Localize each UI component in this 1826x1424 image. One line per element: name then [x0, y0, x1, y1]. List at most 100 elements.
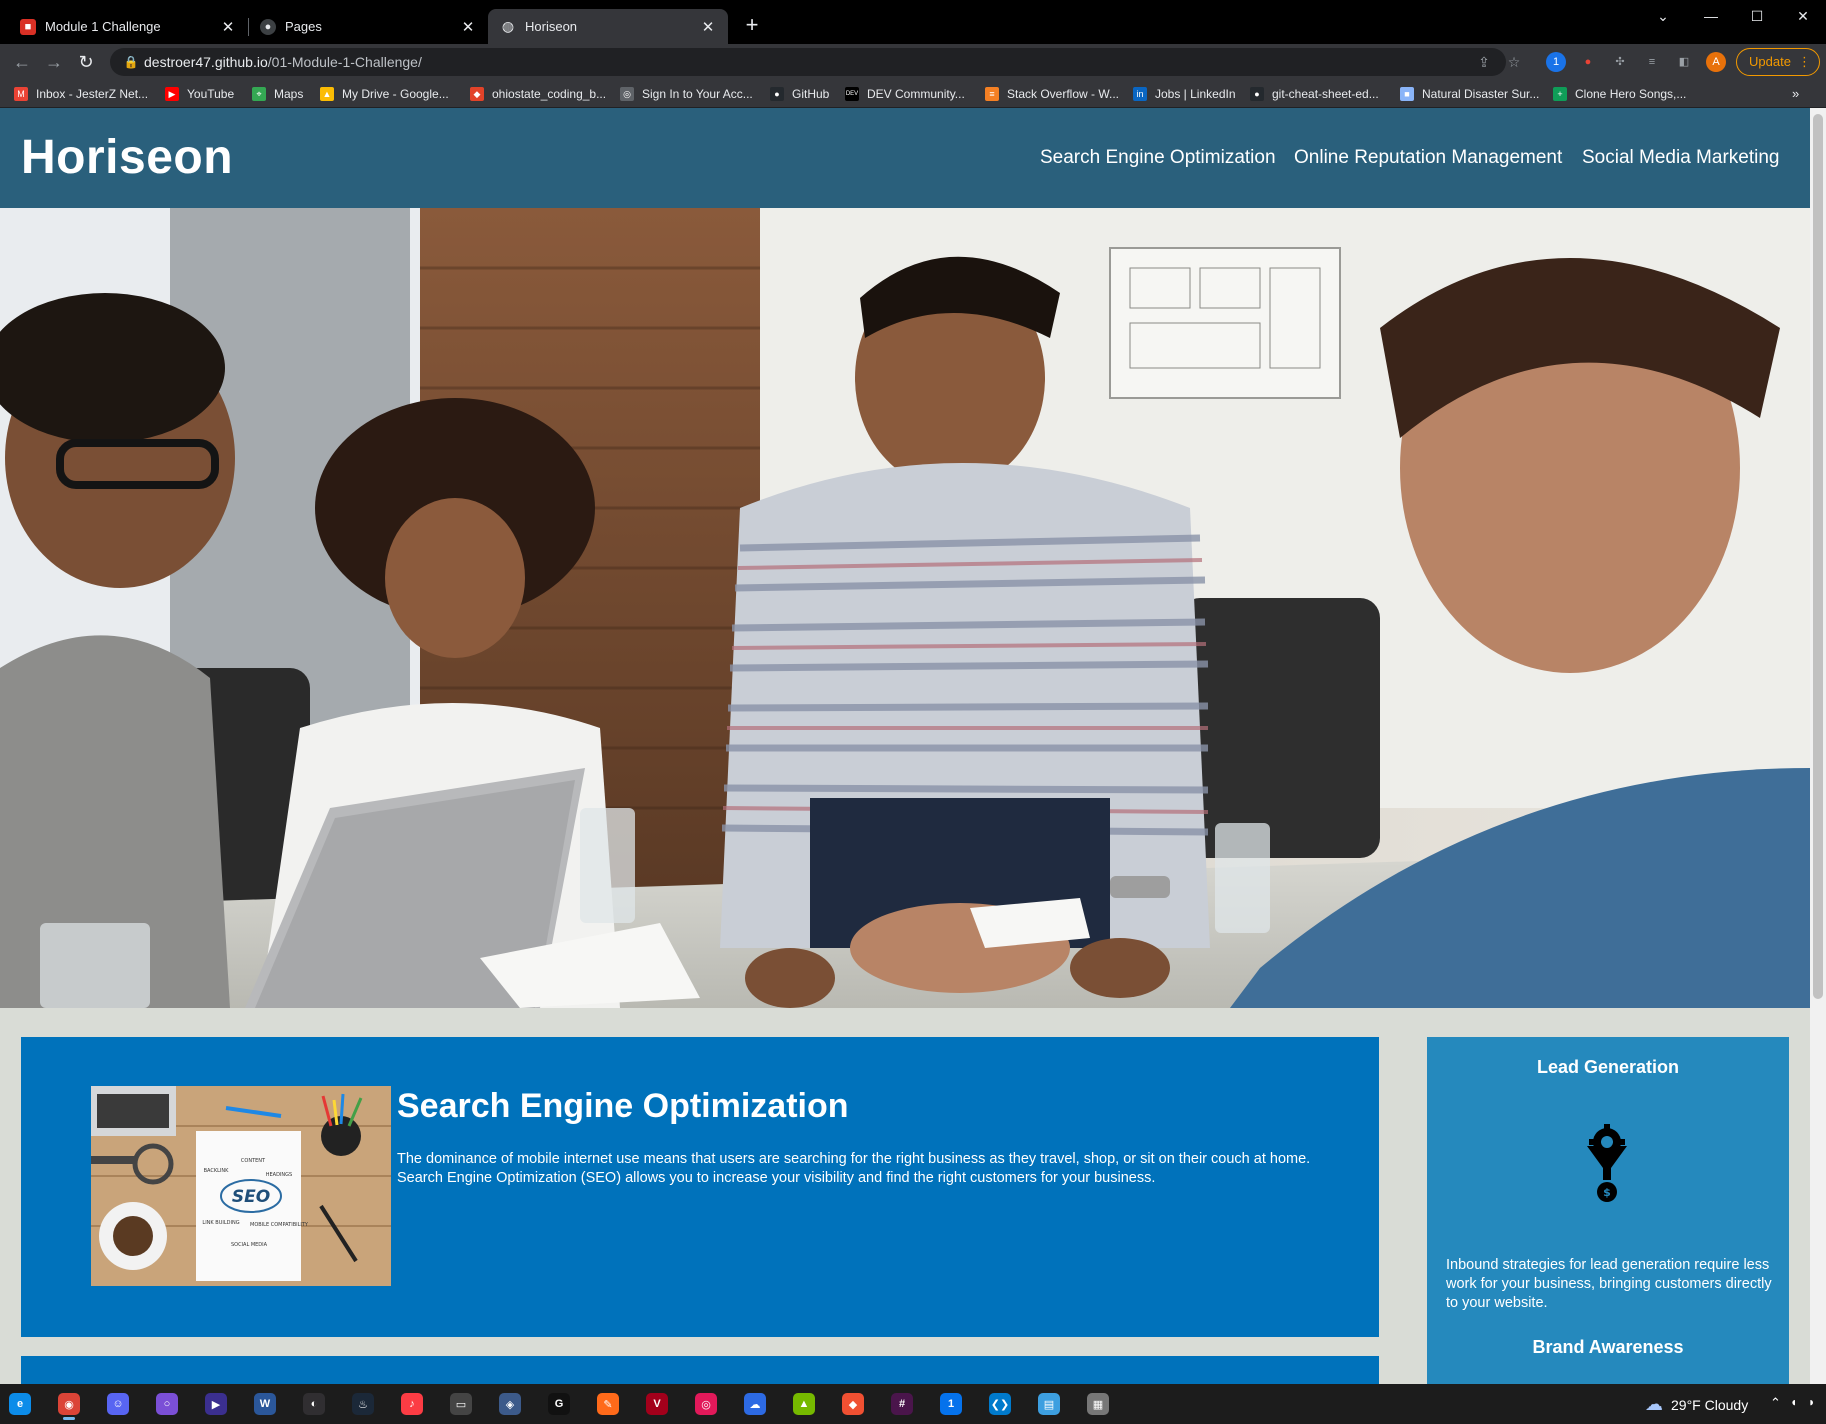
seo-illustration-headings: HEADINGS	[266, 1172, 292, 1178]
bookmark-label: Natural Disaster Sur...	[1422, 87, 1540, 101]
close-tab-icon[interactable]: ✕	[460, 18, 476, 36]
taskbar-app-ghub[interactable]: G	[539, 1388, 579, 1420]
tab-pages[interactable]: ● Pages ✕	[248, 9, 488, 44]
taskbar-app-nvidia[interactable]: ▲	[784, 1388, 824, 1420]
nav-link-social-media[interactable]: Social Media Marketing	[1582, 147, 1779, 169]
taskbar-app-device[interactable]: ▦	[1078, 1388, 1118, 1420]
side-panel-icon[interactable]: ◧	[1674, 52, 1694, 72]
taskbar-app-terminal[interactable]: ▶	[196, 1388, 236, 1420]
lock-icon[interactable]: 🔒	[122, 53, 140, 71]
record-extension-icon[interactable]: ●	[1578, 52, 1598, 72]
bookmark-item[interactable]: ⌖ Maps	[252, 84, 303, 104]
taskbar-app-slack[interactable]: #	[882, 1388, 922, 1420]
tab-horiseon[interactable]: ◍ Horiseon ✕	[488, 9, 728, 44]
maximize-button[interactable]: ☐	[1734, 4, 1780, 28]
vscode-icon: ❮❯	[989, 1393, 1011, 1415]
new-tab-button[interactable]: +	[740, 14, 764, 38]
minimize-button[interactable]: —	[1688, 4, 1734, 28]
forward-arrow-icon[interactable]: →	[42, 50, 66, 74]
tab-search-icon[interactable]: ⌄	[1640, 4, 1686, 28]
bookmark-item[interactable]: ◆ ohiostate_coding_b...	[470, 84, 606, 104]
reload-icon[interactable]: ↻	[74, 50, 98, 74]
bookmark-item[interactable]: DEV DEV Community...	[845, 84, 965, 104]
taskbar-app-record[interactable]: ◎	[686, 1388, 726, 1420]
page-scrollbar[interactable]	[1810, 108, 1826, 1384]
bookmark-item[interactable]: ≡ Stack Overflow - W...	[985, 84, 1119, 104]
taskbar-app-cardapp[interactable]: ▭	[441, 1388, 481, 1420]
site-logo[interactable]: Horiseon	[21, 130, 233, 185]
address-bar[interactable]: 🔒 destroer47.github.io/01-Module-1-Chall…	[110, 48, 1520, 76]
tray-chevron-icon[interactable]: ⌃	[1770, 1395, 1781, 1411]
url-text[interactable]: destroer47.github.io/01-Module-1-Challen…	[144, 54, 422, 70]
cloud-app-icon: ☁	[744, 1393, 766, 1415]
profile-avatar[interactable]: A	[1706, 52, 1726, 72]
bookmarks-bar: M Inbox - JesterZ Net... ▶ YouTube ⌖ Maps ▲ My …	[0, 80, 1826, 108]
taskbar-app-overwolf[interactable]: ○	[147, 1388, 187, 1420]
extensions-puzzle-icon[interactable]: ✣	[1610, 52, 1630, 72]
device-icon: ▦	[1087, 1393, 1109, 1415]
taskbar-app-notes[interactable]: ▤	[1029, 1388, 1069, 1420]
gmail-icon: M	[14, 87, 28, 101]
tab-strip: ■ Module 1 Challenge ✕ ● Pages ✕ ◍ Horis…	[0, 0, 1826, 44]
sheets-icon: +	[1553, 87, 1567, 101]
taskbar-app-vpn[interactable]: ◈	[490, 1388, 530, 1420]
taskbar-app-word[interactable]: W	[245, 1388, 285, 1420]
bookmark-item[interactable]: ▶ YouTube	[165, 84, 234, 104]
taskbar-app-chrome[interactable]: ◉	[49, 1388, 89, 1420]
maps-icon: ⌖	[252, 87, 266, 101]
seo-illustration: SEO CONTENT BACKLINK HEADINGS LINK BUILD…	[91, 1086, 391, 1286]
bookmark-item[interactable]: ● git-cheat-sheet-ed...	[1250, 84, 1379, 104]
taskbar-app-itunes[interactable]: ♪	[392, 1388, 432, 1420]
tab-title: Pages	[285, 19, 322, 34]
nav-link-seo[interactable]: Search Engine Optimization	[1040, 147, 1276, 169]
bookmark-item[interactable]: M Inbox - JesterZ Net...	[14, 84, 148, 104]
bookmark-item[interactable]: ■ Natural Disaster Sur...	[1400, 84, 1539, 104]
star-icon[interactable]: ☆	[1504, 52, 1524, 72]
taskbar-app-pen[interactable]: ✎	[588, 1388, 628, 1420]
bookmark-label: Jobs | LinkedIn	[1155, 87, 1236, 101]
microphone-icon[interactable]: ◖	[1790, 1395, 1797, 1409]
taskbar-app-vscode[interactable]: ❮❯	[980, 1388, 1020, 1420]
bookmark-label: ohiostate_coding_b...	[492, 87, 607, 101]
weather-text: 29°F Cloudy	[1671, 1396, 1749, 1413]
media-control-icon[interactable]: ≡	[1642, 52, 1662, 72]
update-button[interactable]: Update ⋮	[1736, 48, 1820, 76]
steam-icon: ♨	[352, 1393, 374, 1415]
taskbar-app-obs[interactable]: ◐	[294, 1388, 334, 1420]
close-tab-icon[interactable]: ✕	[700, 18, 716, 36]
nav-link-reputation[interactable]: Online Reputation Management	[1294, 147, 1562, 169]
1password-extension-icon[interactable]: 1	[1546, 52, 1566, 72]
taskbar-app-discord[interactable]: ☺	[98, 1388, 138, 1420]
bookmark-item[interactable]: ▲ My Drive - Google...	[320, 84, 449, 104]
volume-icon[interactable]: ◗	[1808, 1395, 1815, 1409]
nvidia-icon: ▲	[793, 1393, 815, 1415]
back-arrow-icon[interactable]: ←	[10, 50, 34, 74]
share-icon[interactable]: ⇪	[1474, 52, 1494, 72]
bookmark-item[interactable]: ◎ Sign In to Your Acc...	[620, 84, 753, 104]
taskbar-app-cloud[interactable]: ☁	[735, 1388, 775, 1420]
seo-illustration-content: CONTENT	[241, 1158, 266, 1164]
taskbar-app-git[interactable]: ◆	[833, 1388, 873, 1420]
reputation-section	[21, 1356, 1379, 1384]
taskbar-app-vegas[interactable]: V	[637, 1388, 677, 1420]
bookmark-item[interactable]: in Jobs | LinkedIn	[1133, 84, 1236, 104]
vpn-icon: ◈	[499, 1393, 521, 1415]
taskbar-app-steam[interactable]: ♨	[343, 1388, 383, 1420]
obs-icon: ◐	[303, 1393, 325, 1415]
bookmark-item[interactable]: ● GitHub	[770, 84, 829, 104]
gitlab-icon: ◆	[470, 87, 484, 101]
taskbar-app-edge[interactable]: e	[0, 1388, 40, 1420]
site-header: Horiseon Search Engine Optimization Onli…	[0, 108, 1810, 208]
weather-widget[interactable]: ☁ 29°F Cloudy	[1645, 1394, 1748, 1415]
close-tab-icon[interactable]: ✕	[220, 18, 236, 36]
taskbar-app-1password[interactable]: 1	[931, 1388, 971, 1420]
bookmarks-overflow-button[interactable]: »	[1792, 86, 1799, 101]
scrollbar-thumb[interactable]	[1813, 114, 1823, 999]
logitech-icon: G	[548, 1393, 570, 1415]
bookmark-label: Maps	[274, 87, 304, 101]
close-window-button[interactable]: ✕	[1780, 4, 1826, 28]
bookmark-item[interactable]: + Clone Hero Songs,...	[1553, 84, 1686, 104]
dev-icon: DEV	[845, 87, 859, 101]
tab-module-1-challenge[interactable]: ■ Module 1 Challenge ✕	[8, 9, 248, 44]
1password-icon: 1	[940, 1393, 962, 1415]
